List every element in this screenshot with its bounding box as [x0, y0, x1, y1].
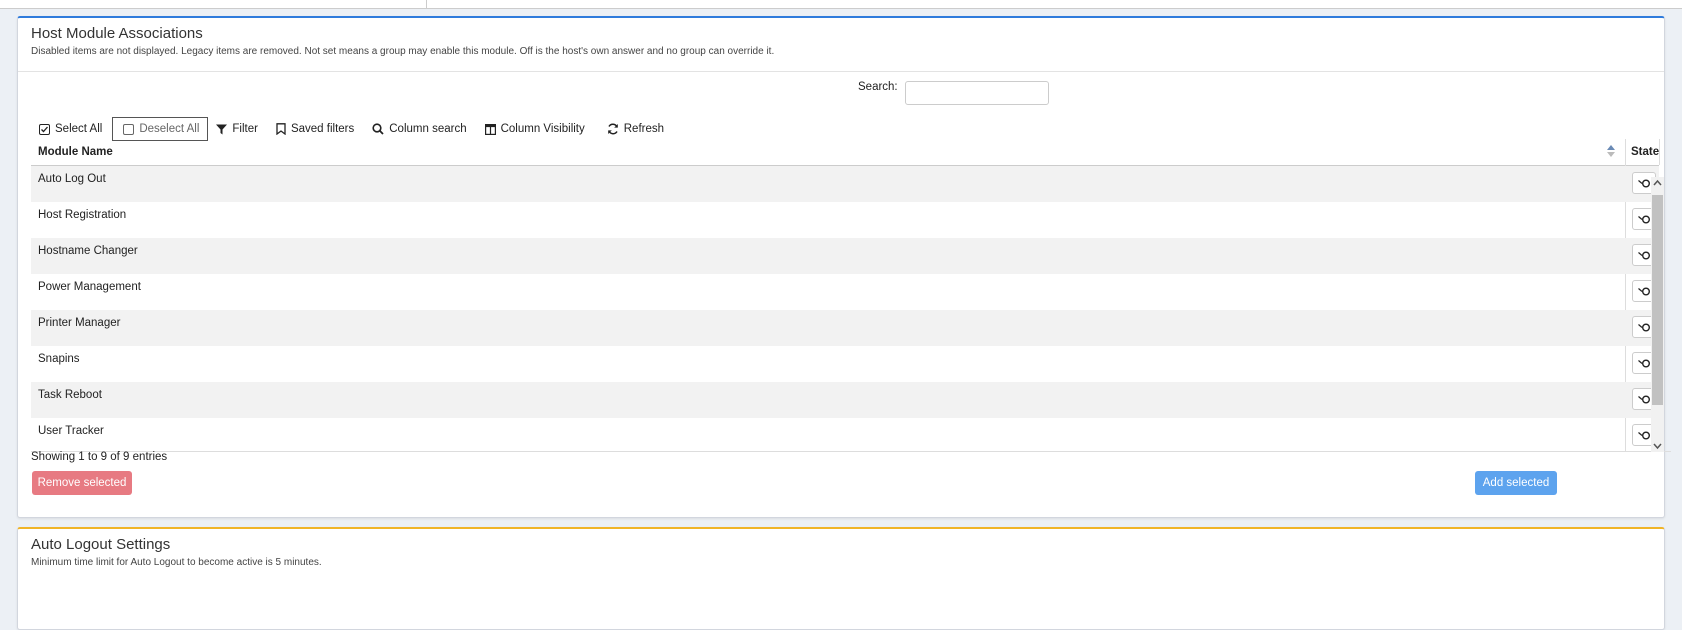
- saved-filters-label: Saved filters: [290, 123, 355, 135]
- toggle-state-icon: [1637, 287, 1650, 295]
- module-name: Hostname Changer: [38, 245, 138, 257]
- toggle-state-icon: [1637, 431, 1650, 439]
- select-all-label: Select All: [55, 123, 103, 135]
- table-row[interactable]: User Tracker: [31, 418, 1659, 454]
- columns-icon: [484, 123, 496, 135]
- card-title: Host Module Associations: [31, 25, 203, 42]
- table-row[interactable]: Task Reboot: [31, 382, 1659, 418]
- refresh-icon: [607, 123, 618, 135]
- table-header: Module Name State: [31, 139, 1660, 451]
- module-name: Printer Manager: [38, 317, 121, 329]
- column-header-state[interactable]: State: [1631, 146, 1659, 158]
- search-row: Search:: [858, 81, 1049, 105]
- tab-active[interactable]: [312, 0, 427, 8]
- table-row[interactable]: Hostname Changer: [31, 238, 1659, 274]
- column-divider: [1659, 139, 1660, 165]
- deselect-all-button[interactable]: Deselect All: [112, 117, 209, 141]
- filter-label: Filter: [232, 123, 258, 135]
- table-body: Auto Log Out Host Registration Hostname …: [31, 166, 1659, 454]
- module-name: User Tracker: [38, 425, 104, 437]
- table-row[interactable]: Snapins: [31, 346, 1659, 382]
- scroll-up-arrow-icon[interactable]: [1653, 179, 1662, 186]
- column-visibility-button[interactable]: Column Visibility: [477, 117, 593, 141]
- checkbox-checked-icon: [39, 123, 50, 135]
- tab-strip: [0, 0, 1682, 9]
- scrollbar-thumb[interactable]: [1652, 195, 1663, 405]
- module-name: Task Reboot: [38, 389, 102, 401]
- scroll-down-arrow-icon[interactable]: [1653, 443, 1662, 450]
- auto-logout-settings-card: Auto Logout Settings Minimum time limit …: [17, 527, 1665, 630]
- tab-previous[interactable]: [0, 0, 313, 7]
- module-name: Snapins: [38, 353, 80, 365]
- table-row[interactable]: Host Registration: [31, 202, 1659, 238]
- module-name: Auto Log Out: [38, 173, 106, 185]
- refresh-button[interactable]: Refresh: [599, 117, 672, 141]
- bookmark-icon: [276, 123, 286, 135]
- toggle-state-icon: [1637, 179, 1650, 187]
- toggle-state-icon: [1637, 251, 1650, 259]
- module-name: Power Management: [38, 281, 141, 293]
- toggle-state-icon: [1637, 395, 1650, 403]
- toggle-state-icon: [1637, 323, 1650, 331]
- search-label: Search:: [858, 81, 898, 94]
- table-row[interactable]: Power Management: [31, 274, 1659, 310]
- column-search-button[interactable]: Column search: [364, 117, 474, 141]
- checkbox-empty-icon: [123, 123, 135, 135]
- refresh-label: Refresh: [623, 123, 665, 135]
- add-selected-button[interactable]: Add selected: [1475, 471, 1557, 495]
- table-toolbar: Select All Deselect All Filter Saved fil…: [31, 117, 672, 141]
- saved-filters-button[interactable]: Saved filters: [268, 117, 362, 141]
- column-header-module-name[interactable]: Module Name: [38, 146, 113, 158]
- column-search-label: Column search: [389, 123, 467, 135]
- deselect-all-label: Deselect All: [139, 123, 200, 135]
- modules-table: Module Name State Auto Log Out Host Regi…: [31, 139, 1671, 452]
- card-header: Auto Logout Settings Minimum time limit …: [18, 529, 1664, 575]
- filter-button[interactable]: Filter: [208, 117, 266, 141]
- card-subtitle: Minimum time limit for Auto Logout to be…: [31, 557, 322, 568]
- table-row[interactable]: Printer Manager: [31, 310, 1659, 346]
- table-row[interactable]: Auto Log Out: [31, 166, 1659, 202]
- column-visibility-label: Column Visibility: [500, 123, 585, 135]
- host-module-associations-card: Host Module Associations Disabled items …: [17, 16, 1671, 518]
- sort-icon[interactable]: [1607, 145, 1615, 157]
- filter-icon: [216, 124, 228, 134]
- remove-selected-button[interactable]: Remove selected: [32, 471, 132, 495]
- table-scrollbar[interactable]: [1651, 177, 1664, 452]
- card-subtitle: Disabled items are not displayed. Legacy…: [31, 46, 775, 57]
- card-header: Host Module Associations Disabled items …: [18, 18, 1664, 72]
- select-all-button[interactable]: Select All: [31, 117, 110, 141]
- search-input[interactable]: [904, 81, 1049, 105]
- card-title: Auto Logout Settings: [31, 536, 171, 553]
- toggle-state-icon: [1637, 215, 1650, 223]
- toggle-state-icon: [1637, 359, 1650, 367]
- search-icon: [372, 123, 384, 135]
- module-name: Host Registration: [38, 209, 127, 221]
- table-info: Showing 1 to 9 of 9 entries: [31, 451, 168, 463]
